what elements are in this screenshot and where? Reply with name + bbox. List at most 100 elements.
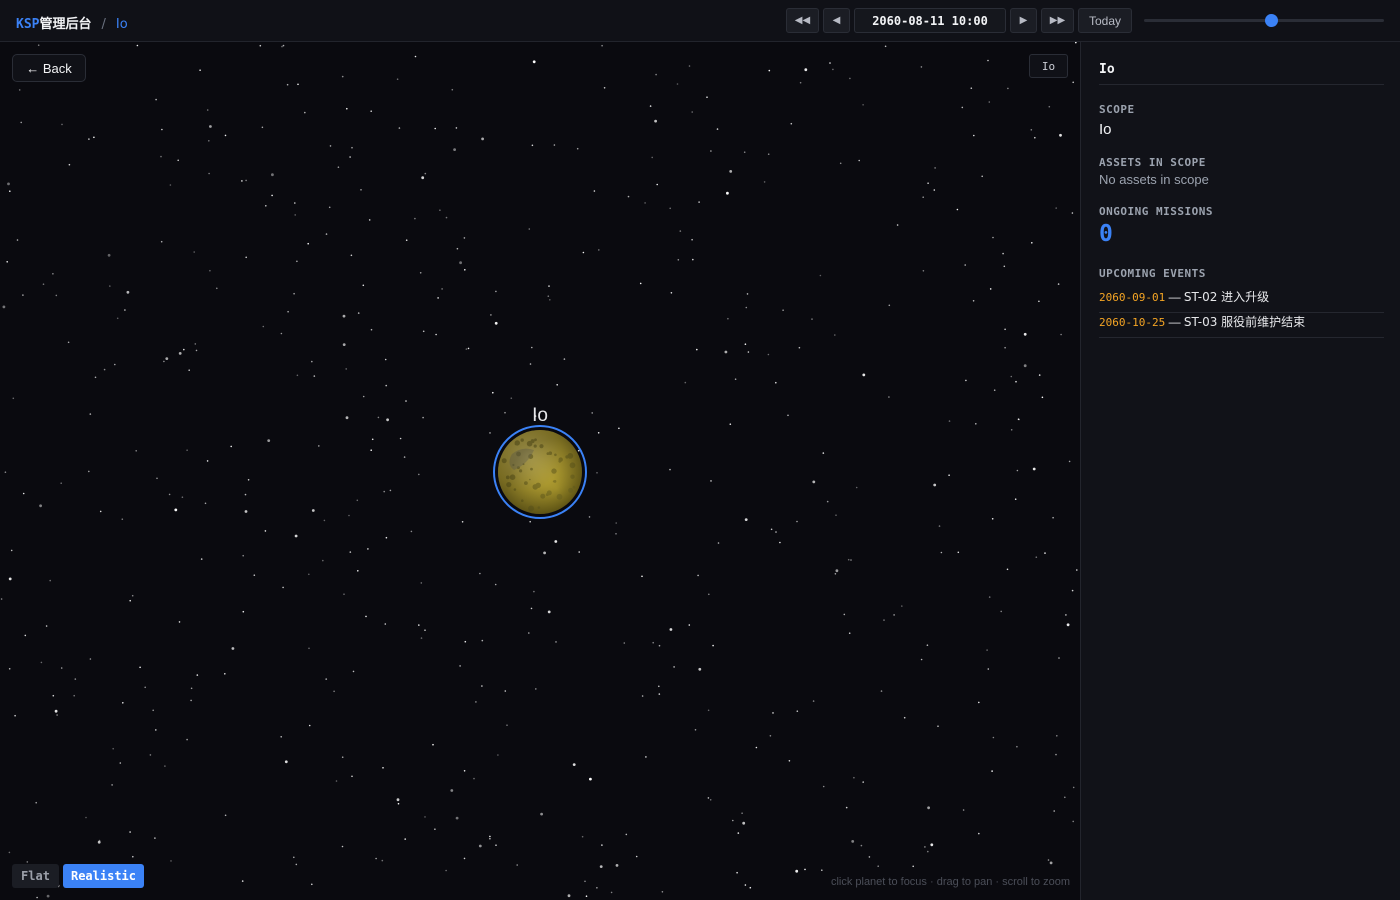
star [94, 376, 97, 379]
star [459, 665, 461, 667]
missions-count: 0 [1099, 221, 1113, 247]
star [742, 821, 746, 825]
star [88, 470, 90, 473]
star [420, 637, 423, 639]
star [641, 575, 643, 578]
star [1058, 657, 1060, 659]
star [799, 81, 802, 84]
star [988, 101, 991, 103]
star [383, 490, 386, 493]
scope-chip[interactable]: Io [1029, 54, 1068, 78]
brand-ksp[interactable]: KSP [16, 17, 39, 32]
timeline-slider-thumb[interactable] [1264, 14, 1278, 27]
star [241, 880, 244, 882]
event-item[interactable]: 2060-10-25 — ST-03 服役前维护结束 [1099, 313, 1384, 338]
star [1035, 556, 1038, 558]
space-viewport[interactable]: ← Back Io Io click planet to focus · dra… [0, 42, 1080, 900]
star [635, 855, 638, 858]
star [532, 60, 536, 64]
star [1047, 859, 1050, 861]
star [342, 343, 346, 346]
star [434, 127, 437, 130]
flat-mode-button[interactable]: Flat [12, 864, 59, 888]
star [717, 542, 720, 544]
star [52, 273, 54, 275]
star [26, 861, 29, 863]
star [478, 844, 482, 848]
realistic-mode-button[interactable]: Realistic [63, 864, 144, 888]
breadcrumb-separator: / [101, 17, 106, 32]
star [352, 670, 355, 673]
star [1032, 467, 1036, 471]
star [639, 282, 642, 285]
star [420, 582, 423, 584]
star [381, 859, 384, 862]
back-button[interactable]: ← Back [12, 54, 86, 82]
event-item[interactable]: 2060-09-01 — ST-02 进入升级 [1099, 288, 1384, 313]
step-forward-button[interactable]: ▶ [1010, 8, 1037, 33]
star [209, 269, 211, 272]
star [736, 871, 738, 874]
step-back-button[interactable]: ◀ [823, 8, 850, 33]
star [645, 756, 647, 758]
star [623, 642, 626, 644]
star [938, 525, 941, 527]
star [772, 712, 774, 714]
star [139, 666, 141, 669]
star [287, 310, 289, 313]
star [308, 573, 310, 576]
brand-title[interactable]: 管理后台 [39, 17, 91, 32]
star [103, 368, 106, 371]
star [439, 209, 441, 211]
star [152, 709, 154, 712]
star [495, 290, 497, 293]
star [981, 175, 983, 178]
today-button[interactable]: Today [1078, 8, 1132, 33]
star [129, 831, 131, 833]
star [779, 541, 781, 544]
star [495, 844, 497, 846]
star [357, 312, 360, 314]
planet-io[interactable] [492, 424, 588, 520]
star [337, 166, 340, 168]
star [658, 685, 660, 688]
star [455, 816, 459, 820]
star [1052, 516, 1054, 519]
star [367, 548, 369, 550]
star [868, 856, 871, 858]
star [489, 432, 491, 434]
timeline-slider[interactable] [1144, 14, 1384, 27]
star [399, 437, 402, 440]
star [1075, 42, 1077, 44]
star [1056, 735, 1058, 737]
star [516, 864, 518, 866]
star [835, 514, 837, 516]
star [548, 285, 550, 287]
breadcrumb-current[interactable]: Io [116, 17, 128, 32]
star [74, 678, 77, 680]
star [654, 119, 657, 123]
star [834, 573, 837, 575]
star [922, 196, 924, 198]
star [311, 360, 313, 363]
star [463, 770, 466, 772]
star [188, 369, 190, 372]
star [1023, 364, 1027, 368]
star [280, 332, 283, 335]
star [853, 776, 855, 779]
star [45, 625, 48, 627]
star [60, 667, 63, 669]
star [398, 127, 401, 129]
star [572, 763, 576, 766]
star [991, 518, 994, 520]
star [1059, 133, 1062, 137]
star [318, 445, 320, 447]
rewind-fast-button[interactable]: ◀◀ [786, 8, 819, 33]
star [933, 189, 936, 191]
star [308, 724, 311, 727]
star [10, 549, 13, 552]
forward-fast-button[interactable]: ▶▶ [1041, 8, 1074, 33]
star [190, 687, 193, 690]
datetime-field[interactable]: 2060-08-11 10:00 [854, 8, 1006, 33]
star [241, 180, 243, 182]
